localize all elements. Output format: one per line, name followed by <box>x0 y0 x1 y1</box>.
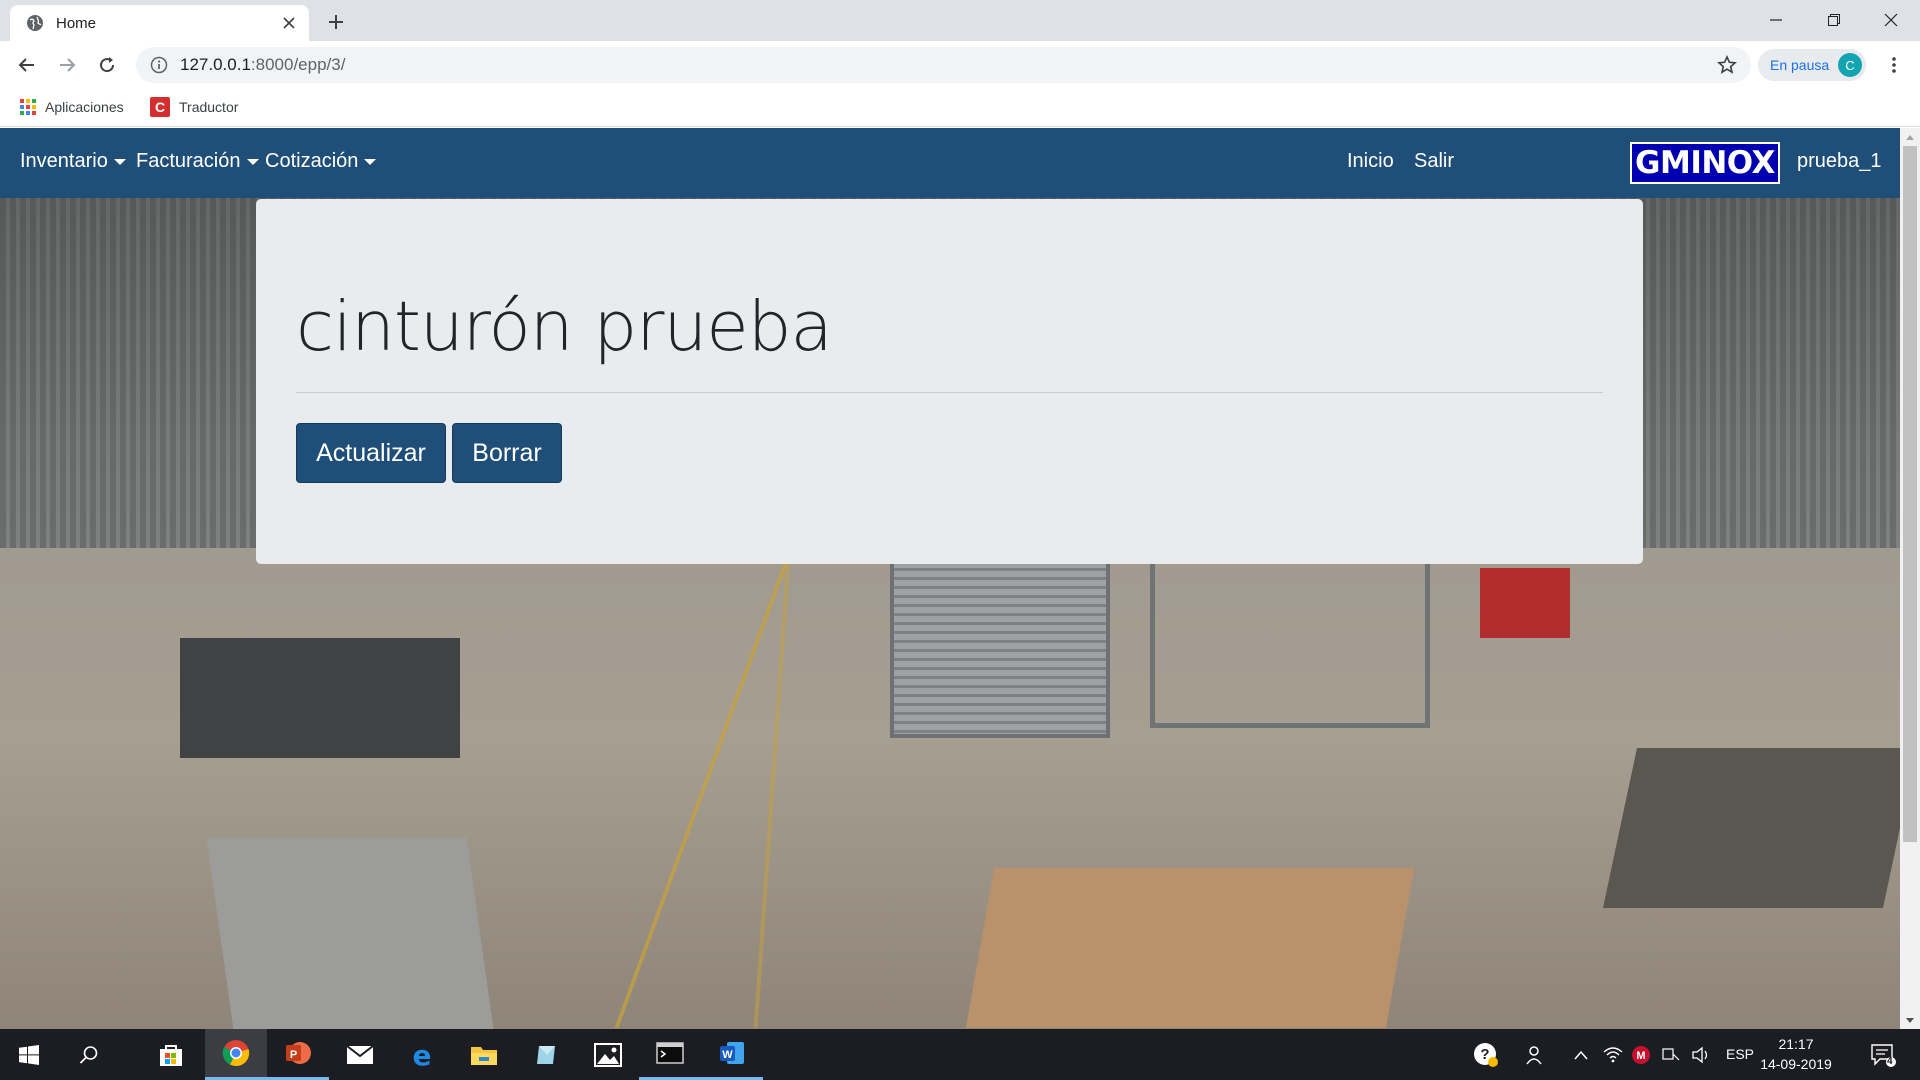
help-icon[interactable]: ? <box>1456 1029 1516 1080</box>
close-window-icon[interactable] <box>1862 0 1920 40</box>
powerpoint-icon[interactable]: P <box>267 1029 329 1080</box>
svg-text:W: W <box>722 1049 733 1061</box>
windows-start-icon[interactable] <box>0 1029 58 1080</box>
url-host: 127.0.0.1 <box>180 55 251 74</box>
windows-taskbar: P e W ? M ESP 21:17 14-09-2019 4 <box>0 1029 1920 1080</box>
brand-text: GMINOX <box>1635 145 1775 181</box>
bookmark-apps[interactable]: Aplicaciones <box>20 95 124 119</box>
browser-toolbar: 127.0.0.1:8000/epp/3/ En pausa C <box>0 41 1920 87</box>
volume-icon[interactable] <box>1686 1029 1716 1080</box>
file-explorer-icon[interactable] <box>453 1029 515 1080</box>
star-icon[interactable] <box>1715 53 1739 77</box>
svg-text:?: ? <box>1480 1046 1489 1063</box>
input-method-icon[interactable] <box>1656 1029 1686 1080</box>
link-salir[interactable]: Salir <box>1414 150 1454 173</box>
detail-card: cinturón prueba Actualizar Borrar <box>256 199 1643 564</box>
mail-icon[interactable] <box>329 1029 391 1080</box>
apps-icon <box>20 99 36 115</box>
profile-chip[interactable]: En pausa C <box>1758 49 1866 81</box>
clock[interactable]: 21:17 14-09-2019 <box>1754 1034 1838 1074</box>
close-icon[interactable] <box>277 11 301 35</box>
svg-text:M: M <box>1636 1050 1645 1062</box>
menu-cotizacion[interactable]: Cotización <box>265 150 377 173</box>
bookmark-traductor[interactable]: C Traductor <box>150 95 238 119</box>
menu-facturacion[interactable]: Facturación <box>136 150 259 173</box>
scroll-down-icon[interactable] <box>1900 1012 1920 1029</box>
browser-tab[interactable]: Home <box>10 5 309 41</box>
people-icon[interactable] <box>1516 1029 1556 1080</box>
info-icon[interactable] <box>150 56 168 74</box>
kebab-menu-icon[interactable] <box>1882 53 1906 77</box>
tab-strip: Home <box>0 0 1920 41</box>
language-indicator[interactable]: ESP <box>1726 1046 1754 1062</box>
avatar: C <box>1838 53 1862 77</box>
delete-button[interactable]: Borrar <box>452 423 562 483</box>
url-path: :8000/epp/3/ <box>250 55 346 74</box>
background-frame <box>1150 558 1430 728</box>
store-icon[interactable] <box>140 1029 202 1080</box>
scroll-thumb[interactable] <box>1903 146 1917 842</box>
bookmarks-bar: Aplicaciones C Traductor <box>0 87 1920 127</box>
bookmark-label: Aplicaciones <box>45 99 124 115</box>
clock-date: 14-09-2019 <box>1760 1056 1832 1072</box>
plus-icon[interactable] <box>322 8 350 36</box>
svg-text:e: e <box>413 1042 432 1068</box>
antivirus-icon[interactable]: M <box>1626 1029 1656 1080</box>
caret-down-icon <box>246 158 259 165</box>
profile-status: En pausa <box>1770 57 1830 73</box>
menu-inventario[interactable]: Inventario <box>20 150 126 173</box>
bookmark-label: Traductor <box>179 99 239 115</box>
menu-label: Facturación <box>136 150 241 172</box>
background-red-machine <box>1480 568 1570 638</box>
tab-title: Home <box>56 14 97 32</box>
clock-time: 21:17 <box>1778 1036 1814 1052</box>
menu-label: Inventario <box>20 150 108 172</box>
background-rack <box>890 558 1110 738</box>
page-scrollbar[interactable] <box>1900 128 1920 1029</box>
update-button[interactable]: Actualizar <box>296 423 446 483</box>
globe-icon <box>26 14 44 32</box>
user-name[interactable]: prueba_1 <box>1797 150 1882 173</box>
caret-down-icon <box>364 158 377 165</box>
url-text[interactable]: 127.0.0.1:8000/epp/3/ <box>180 55 1715 75</box>
background-table <box>206 838 494 1029</box>
notification-icon[interactable]: 4 <box>1858 1029 1908 1080</box>
background-plywood <box>965 868 1415 1028</box>
forward-icon[interactable] <box>51 49 83 81</box>
reload-icon[interactable] <box>91 49 123 81</box>
photos-icon[interactable] <box>577 1029 639 1080</box>
page-viewport: Inventario Facturación Cotización Inicio… <box>0 128 1900 1029</box>
menu-label: Cotización <box>265 150 359 172</box>
terminal-icon[interactable] <box>639 1029 701 1080</box>
background-bench <box>1602 748 1900 908</box>
search-icon[interactable] <box>60 1029 118 1080</box>
back-icon[interactable] <box>11 49 43 81</box>
restore-icon[interactable] <box>1805 0 1863 40</box>
app-icon[interactable] <box>515 1029 577 1080</box>
app-navbar: Inventario Facturación Cotización Inicio… <box>0 128 1900 198</box>
translator-icon: C <box>150 97 170 117</box>
brand-logo[interactable]: GMINOX <box>1630 142 1780 184</box>
chrome-icon[interactable] <box>205 1029 267 1080</box>
minimize-icon[interactable] <box>1747 0 1805 40</box>
chevron-up-icon[interactable] <box>1566 1029 1596 1080</box>
edge-icon[interactable]: e <box>391 1029 453 1080</box>
page-title: cinturón prueba <box>296 287 833 367</box>
link-inicio[interactable]: Inicio <box>1347 150 1394 173</box>
notification-count: 4 <box>1887 1056 1893 1067</box>
address-bar[interactable]: 127.0.0.1:8000/epp/3/ <box>136 47 1751 83</box>
caret-down-icon <box>113 158 126 165</box>
svg-text:P: P <box>290 1049 297 1061</box>
divider <box>296 392 1603 393</box>
word-icon[interactable]: W <box>701 1029 763 1080</box>
scroll-up-icon[interactable] <box>1900 128 1920 145</box>
wifi-icon[interactable] <box>1598 1029 1628 1080</box>
background-machine <box>180 638 460 758</box>
